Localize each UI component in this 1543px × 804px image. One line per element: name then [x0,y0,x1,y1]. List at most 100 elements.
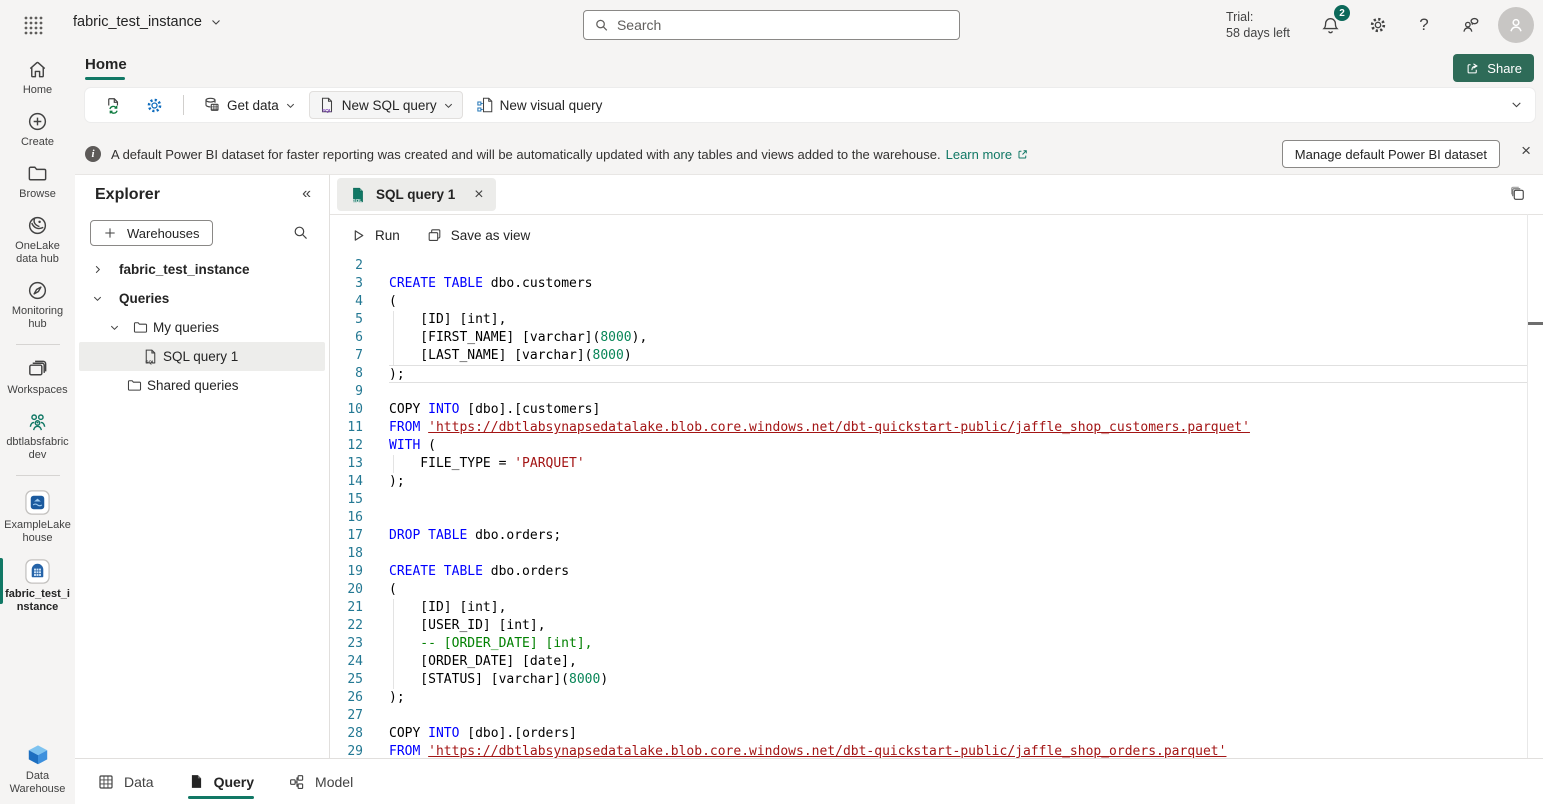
rail-item-dbtlabsfabricdev[interactable]: dbtlabsfabricdev [0,410,75,462]
get-data-button[interactable]: Get data [194,91,305,119]
code-line[interactable]: 16 [330,509,1528,527]
line-number: 27 [330,707,363,725]
code-line[interactable]: 5 [ID] [int], [330,311,1528,329]
save-as-view-button[interactable]: Save as view [426,227,531,244]
workspace-switcher[interactable]: fabric_test_instance [73,14,222,30]
rail-item-create[interactable]: Create [0,110,75,149]
rail-item-onelake-data-hub[interactable]: OneLake data hub [0,214,75,266]
feedback-button[interactable] [1456,12,1484,38]
manage-dataset-button[interactable]: Manage default Power BI dataset [1282,140,1500,168]
rail-item-examplelakehouse[interactable]: ExampleLakehouse [0,489,75,545]
code-line[interactable]: 20( [330,581,1528,599]
app-launcher-icon[interactable] [23,15,44,36]
query-document-icon [188,773,205,790]
code-line[interactable]: 18 [330,545,1528,563]
notification-badge: 2 [1334,5,1350,21]
rail-item-browse[interactable]: Browse [0,162,75,201]
code-line[interactable]: 25 [STATUS] [varchar](8000) [330,671,1528,689]
code-line[interactable]: 3CREATE TABLE dbo.customers [330,275,1528,293]
tree-item-shared-queries[interactable]: Shared queries [75,371,329,400]
line-number: 16 [330,509,363,527]
settings-button[interactable] [1364,12,1392,38]
tree-item-my-queries[interactable]: My queries [75,313,329,342]
close-icon[interactable]: × [1521,141,1531,161]
chevron-right-icon[interactable] [75,264,119,275]
explorer-tree: fabric_test_instance Queries My queries … [75,255,329,400]
code-line[interactable]: 15 [330,491,1528,509]
sql-file-icon: SQL [349,186,367,204]
learn-more-link[interactable]: Learn more [946,147,1029,162]
add-warehouses-button[interactable]: Warehouses [90,220,213,246]
new-sql-query-button[interactable]: SQL New SQL query [309,91,463,119]
code-line[interactable]: 10COPY INTO [dbo].[customers] [330,401,1528,419]
code-line[interactable]: 29FROM 'https://dbtlabsynapsedatalake.bl… [330,743,1528,758]
global-search[interactable] [583,10,960,40]
code-text: DROP TABLE dbo.orders; [389,527,1528,545]
copy-icon[interactable] [1509,185,1527,203]
tree-item-queries[interactable]: Queries [75,284,329,313]
chevron-down-icon[interactable] [101,322,127,333]
line-number: 4 [330,293,363,311]
query-tab[interactable]: SQL SQL query 1 × [337,178,496,211]
tab-data[interactable]: Data [97,759,154,804]
code-text: ); [389,473,1528,491]
code-line[interactable]: 6 [FIRST_NAME] [varchar](8000), [330,329,1528,347]
run-button[interactable]: Run [350,227,400,244]
code-line[interactable]: 24 [ORDER_DATE] [date], [330,653,1528,671]
code-line[interactable]: 19CREATE TABLE dbo.orders [330,563,1528,581]
rail-item-data-warehouse[interactable]: Data Warehouse [0,741,75,796]
code-line[interactable]: 17DROP TABLE dbo.orders; [330,527,1528,545]
line-number: 13 [330,455,363,473]
code-text: FROM 'https://dbtlabsynapsedatalake.blob… [389,743,1528,758]
code-line[interactable]: 12WITH ( [330,437,1528,455]
settings-tool-button[interactable] [136,91,173,120]
chevron-down-icon[interactable] [75,293,119,304]
table-grid-icon [97,773,115,791]
code-text: [ORDER_DATE] [date], [389,653,1528,671]
tab-home[interactable]: Home [85,56,127,73]
code-line[interactable]: 8); [330,365,1528,383]
rail-item-fabric-test-instance[interactable]: fabric_test_instance [0,558,75,614]
folder-icon [121,377,147,394]
tree-item-sql-query-1[interactable]: SQL SQL query 1 [79,342,325,371]
rail-item-monitoring-hub[interactable]: Monitoring hub [0,279,75,331]
tab-model[interactable]: Model [288,759,353,804]
dataset-info-banner: i A default Power BI dataset for faster … [75,135,1543,173]
code-line[interactable]: 4( [330,293,1528,311]
collapse-ribbon-button[interactable] [1510,98,1523,111]
code-line[interactable]: 22 [USER_ID] [int], [330,617,1528,635]
help-button[interactable]: ? [1410,12,1438,38]
chevron-down-icon [1510,98,1523,111]
code-text: [STATUS] [varchar](8000) [389,671,1528,689]
code-line[interactable]: 9 [330,383,1528,401]
new-visual-query-button[interactable]: New visual query [467,91,612,119]
explorer-search-button[interactable] [292,224,309,241]
code-line[interactable]: 26); [330,689,1528,707]
rail-item-home[interactable]: Home [0,58,75,97]
close-tab-icon[interactable]: × [474,186,483,204]
tab-query[interactable]: Query [188,759,254,804]
code-line[interactable]: 27 [330,707,1528,725]
tree-item-warehouse-root[interactable]: fabric_test_instance [75,255,329,284]
code-line[interactable]: 2 [330,257,1528,275]
code-line[interactable]: 11FROM 'https://dbtlabsynapsedatalake.bl… [330,419,1528,437]
user-avatar[interactable] [1498,7,1534,43]
code-line[interactable]: 28COPY INTO [dbo].[orders] [330,725,1528,743]
notifications-button[interactable]: 2 [1316,12,1344,38]
code-line[interactable]: 14); [330,473,1528,491]
line-number: 23 [330,635,363,653]
code-line[interactable]: 7 [LAST_NAME] [varchar](8000) [330,347,1528,365]
share-button[interactable]: Share [1453,54,1534,82]
refresh-button[interactable] [95,91,132,120]
code-line[interactable]: 23 -- [ORDER_DATE] [int], [330,635,1528,653]
scrollbar-marker[interactable] [1528,322,1543,325]
code-line[interactable]: 13 FILE_TYPE = 'PARQUET' [330,455,1528,473]
line-number: 26 [330,689,363,707]
line-number: 14 [330,473,363,491]
line-number: 2 [330,257,363,275]
rail-item-workspaces[interactable]: Workspaces [0,358,75,397]
collapse-pane-icon[interactable]: « [302,185,311,203]
code-line[interactable]: 21 [ID] [int], [330,599,1528,617]
search-input[interactable] [617,17,949,33]
sql-editor[interactable]: 23CREATE TABLE dbo.customers4(5 [ID] [in… [330,257,1528,758]
